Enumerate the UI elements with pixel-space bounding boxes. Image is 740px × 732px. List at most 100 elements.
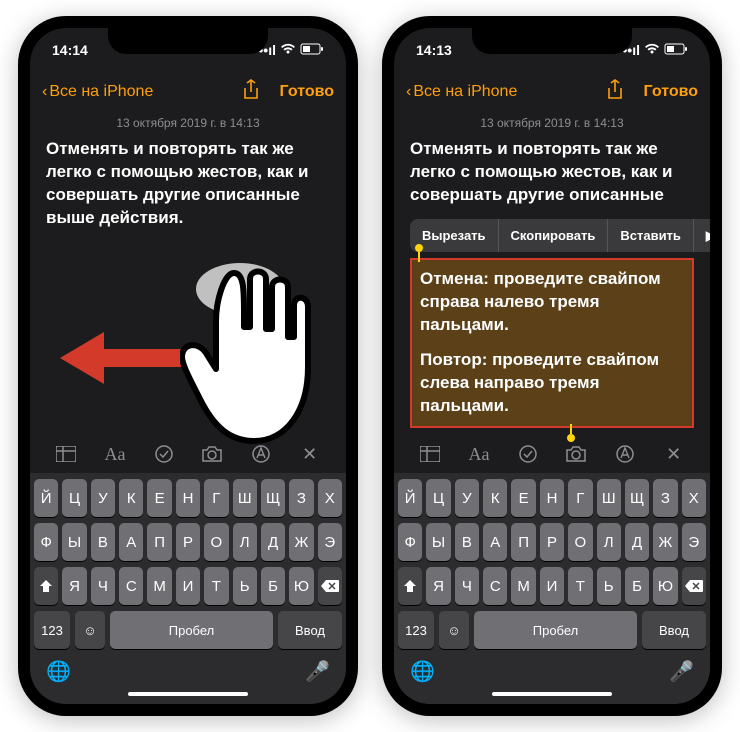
key-letter[interactable]: Б xyxy=(625,567,649,605)
mic-icon[interactable]: 🎤 xyxy=(669,659,694,684)
key-letter[interactable]: Й xyxy=(398,479,422,517)
key-backspace[interactable] xyxy=(318,567,342,605)
key-letter[interactable]: С xyxy=(483,567,507,605)
done-button[interactable]: Готово xyxy=(280,83,334,101)
key-letter[interactable]: К xyxy=(119,479,143,517)
key-letter[interactable]: Е xyxy=(147,479,171,517)
key-letter[interactable]: Ц xyxy=(426,479,450,517)
checklist-icon[interactable] xyxy=(517,443,539,465)
key-123[interactable]: 123 xyxy=(398,611,434,649)
key-space[interactable]: Пробел xyxy=(110,611,273,649)
key-letter[interactable]: О xyxy=(204,523,228,561)
note-content[interactable]: Отменять и повторять так же легко с помо… xyxy=(394,138,710,435)
key-return[interactable]: Ввод xyxy=(278,611,342,649)
key-shift[interactable] xyxy=(34,567,58,605)
selection-handle-end[interactable] xyxy=(570,424,572,434)
key-letter[interactable]: Г xyxy=(204,479,228,517)
key-letter[interactable]: В xyxy=(91,523,115,561)
key-letter[interactable]: Ю xyxy=(653,567,677,605)
key-letter[interactable]: Ы xyxy=(62,523,86,561)
key-letter[interactable]: А xyxy=(483,523,507,561)
key-letter[interactable]: Ц xyxy=(62,479,86,517)
table-icon[interactable] xyxy=(419,443,441,465)
key-space[interactable]: Пробел xyxy=(474,611,637,649)
key-letter[interactable]: В xyxy=(455,523,479,561)
selected-text[interactable]: Отмена: проведите свайпом справа налево … xyxy=(410,258,694,428)
key-letter[interactable]: Р xyxy=(176,523,200,561)
key-letter[interactable]: З xyxy=(289,479,313,517)
back-button[interactable]: ‹Все на iPhone xyxy=(406,83,517,101)
key-letter[interactable]: М xyxy=(147,567,171,605)
key-letter[interactable]: Ж xyxy=(289,523,313,561)
key-letter[interactable]: Й xyxy=(34,479,58,517)
key-letter[interactable]: П xyxy=(511,523,535,561)
key-letter[interactable]: Е xyxy=(511,479,535,517)
key-letter[interactable]: Ы xyxy=(426,523,450,561)
key-letter[interactable]: Ь xyxy=(597,567,621,605)
key-letter[interactable]: Э xyxy=(318,523,342,561)
key-letter[interactable]: Щ xyxy=(261,479,285,517)
key-letter[interactable]: Ь xyxy=(233,567,257,605)
key-letter[interactable]: Х xyxy=(682,479,706,517)
ctx-more[interactable]: ▶ xyxy=(694,219,710,253)
key-letter[interactable]: Я xyxy=(426,567,450,605)
key-letter[interactable]: Г xyxy=(568,479,592,517)
home-indicator[interactable] xyxy=(492,692,612,696)
ctx-paste[interactable]: Вставить xyxy=(608,219,694,253)
key-letter[interactable]: Ю xyxy=(289,567,313,605)
key-letter[interactable]: И xyxy=(176,567,200,605)
key-letter[interactable]: Щ xyxy=(625,479,649,517)
key-letter[interactable]: Ч xyxy=(455,567,479,605)
key-letter[interactable]: Ф xyxy=(398,523,422,561)
key-backspace[interactable] xyxy=(682,567,706,605)
key-letter[interactable]: Ж xyxy=(653,523,677,561)
key-letter[interactable]: Л xyxy=(597,523,621,561)
key-letter[interactable]: И xyxy=(540,567,564,605)
selection-handle-start[interactable] xyxy=(418,252,420,262)
key-letter[interactable]: К xyxy=(483,479,507,517)
globe-icon[interactable]: 🌐 xyxy=(410,659,435,684)
close-icon[interactable]: ✕ xyxy=(663,443,685,465)
back-button[interactable]: ‹Все на iPhone xyxy=(42,83,153,101)
key-shift[interactable] xyxy=(398,567,422,605)
key-emoji[interactable]: ☺ xyxy=(439,611,469,649)
key-letter[interactable]: П xyxy=(147,523,171,561)
ctx-cut[interactable]: Вырезать xyxy=(410,219,499,253)
key-letter[interactable]: Т xyxy=(204,567,228,605)
done-button[interactable]: Готово xyxy=(644,83,698,101)
ctx-copy[interactable]: Скопировать xyxy=(499,219,609,253)
home-indicator[interactable] xyxy=(128,692,248,696)
share-icon[interactable] xyxy=(606,79,624,106)
key-letter[interactable]: Э xyxy=(682,523,706,561)
key-letter[interactable]: У xyxy=(455,479,479,517)
key-letter[interactable]: Р xyxy=(540,523,564,561)
key-letter[interactable]: М xyxy=(511,567,535,605)
globe-icon[interactable]: 🌐 xyxy=(46,659,71,684)
camera-icon[interactable] xyxy=(565,443,587,465)
key-letter[interactable]: З xyxy=(653,479,677,517)
key-123[interactable]: 123 xyxy=(34,611,70,649)
key-return[interactable]: Ввод xyxy=(642,611,706,649)
key-letter[interactable]: О xyxy=(568,523,592,561)
key-emoji[interactable]: ☺ xyxy=(75,611,105,649)
key-letter[interactable]: Н xyxy=(540,479,564,517)
key-letter[interactable]: Н xyxy=(176,479,200,517)
key-letter[interactable]: Ф xyxy=(34,523,58,561)
key-letter[interactable]: Д xyxy=(625,523,649,561)
key-letter[interactable]: Б xyxy=(261,567,285,605)
key-letter[interactable]: С xyxy=(119,567,143,605)
key-letter[interactable]: Я xyxy=(62,567,86,605)
key-letter[interactable]: А xyxy=(119,523,143,561)
share-icon[interactable] xyxy=(242,79,260,106)
markup-icon[interactable] xyxy=(614,443,636,465)
key-letter[interactable]: Т xyxy=(568,567,592,605)
key-letter[interactable]: У xyxy=(91,479,115,517)
key-letter[interactable]: Ш xyxy=(233,479,257,517)
key-letter[interactable]: Ч xyxy=(91,567,115,605)
key-letter[interactable]: Д xyxy=(261,523,285,561)
text-format-button[interactable]: Aa xyxy=(468,443,490,465)
key-letter[interactable]: Л xyxy=(233,523,257,561)
key-letter[interactable]: Х xyxy=(318,479,342,517)
key-letter[interactable]: Ш xyxy=(597,479,621,517)
mic-icon[interactable]: 🎤 xyxy=(305,659,330,684)
